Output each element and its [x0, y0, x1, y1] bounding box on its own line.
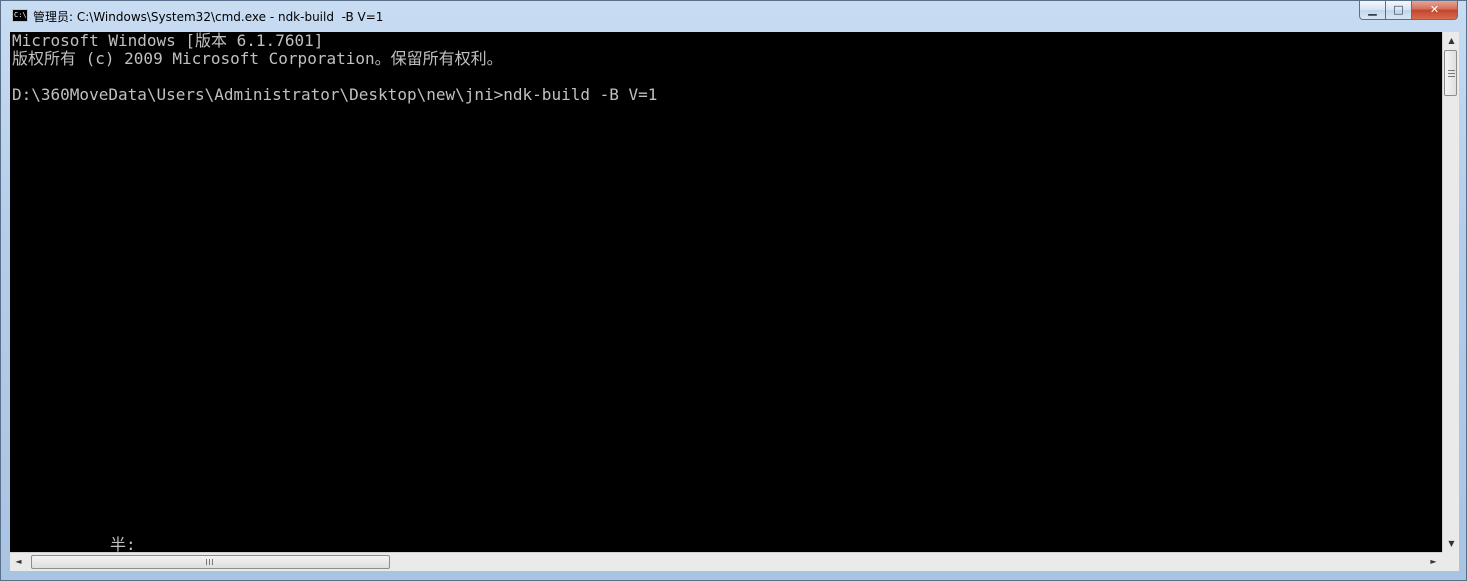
- cmd-window: C:\ 管理员: C:\Windows\System32\cmd.exe - n…: [0, 0, 1467, 581]
- vertical-scroll-thumb[interactable]: [1444, 50, 1457, 96]
- console-line-copyright: 版权所有 (c) 2009 Microsoft Corporation。保留所有…: [12, 49, 503, 68]
- title-bar[interactable]: C:\ 管理员: C:\Windows\System32\cmd.exe - n…: [1, 1, 1466, 32]
- console-line-prompt: D:\360MoveData\Users\Administrator\Deskt…: [12, 85, 658, 104]
- scroll-right-icon[interactable]: ►: [1425, 553, 1442, 570]
- scrollbar-corner: [1442, 552, 1459, 571]
- minimize-icon: ▁: [1368, 3, 1377, 16]
- vertical-scrollbar[interactable]: ▲ ▼: [1442, 32, 1459, 552]
- close-button[interactable]: ✕: [1412, 1, 1458, 20]
- close-icon: ✕: [1429, 3, 1440, 16]
- ime-status-text: 半:: [110, 535, 136, 553]
- scroll-left-icon[interactable]: ◄: [10, 553, 27, 570]
- console-line-version: Microsoft Windows [版本 6.1.7601]: [12, 32, 324, 50]
- cmd-icon[interactable]: C:\: [12, 9, 28, 22]
- scroll-up-icon[interactable]: ▲: [1443, 32, 1460, 49]
- window-title: 管理员: C:\Windows\System32\cmd.exe - ndk-b…: [33, 10, 384, 24]
- horizontal-scroll-thumb[interactable]: [31, 555, 390, 569]
- maximize-icon: □: [1393, 3, 1404, 16]
- scroll-down-icon[interactable]: ▼: [1443, 535, 1460, 552]
- caption-buttons: ▁ □ ✕: [1359, 1, 1458, 21]
- minimize-button[interactable]: ▁: [1359, 1, 1386, 20]
- console-output[interactable]: Microsoft Windows [版本 6.1.7601] 版权所有 (c)…: [10, 32, 1442, 552]
- horizontal-scrollbar[interactable]: ◄ ►: [10, 552, 1442, 571]
- maximize-button[interactable]: □: [1386, 1, 1412, 20]
